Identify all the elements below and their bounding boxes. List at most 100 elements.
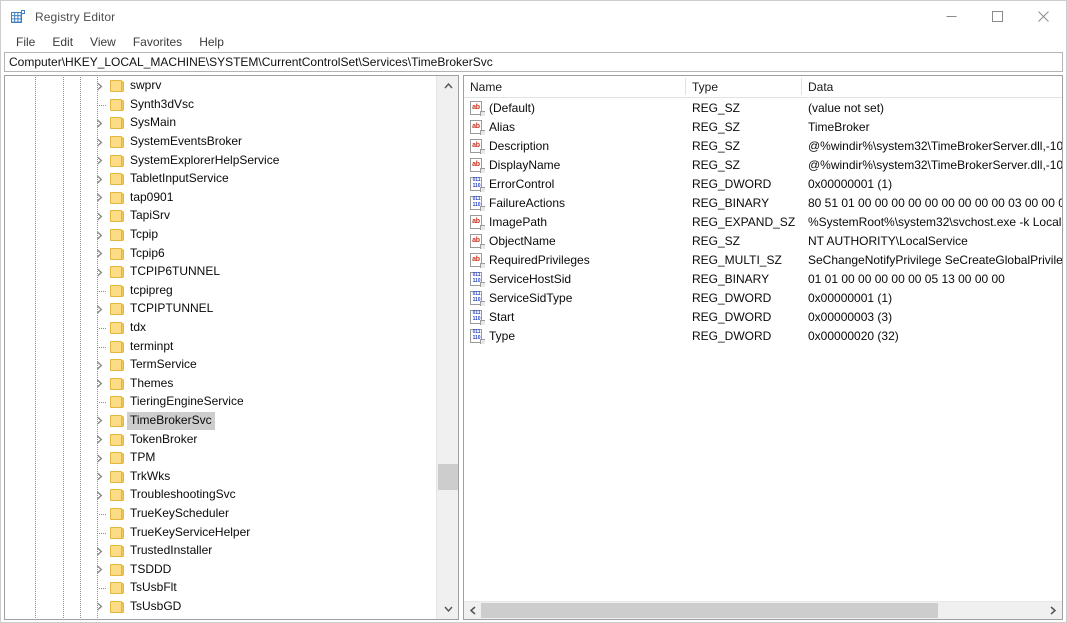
tree-item-sysmain[interactable]: SysMain bbox=[5, 114, 436, 133]
tree-item-tsddd[interactable]: TSDDD bbox=[5, 560, 436, 579]
tree-scrollbar-thumb[interactable] bbox=[438, 464, 458, 490]
tree-item-tcpip6tunnel[interactable]: TCPIP6TUNNEL bbox=[5, 263, 436, 282]
maximize-button[interactable] bbox=[974, 1, 1020, 32]
tree-item-termservice[interactable]: TermService bbox=[5, 356, 436, 375]
tree-item-tcpiptunnel[interactable]: TCPIPTUNNEL bbox=[5, 300, 436, 319]
tree-item-ttdrv[interactable]: TTDrv bbox=[5, 616, 436, 619]
tree-item-label: TabletInputService bbox=[130, 171, 229, 186]
column-header-type[interactable]: Type bbox=[686, 76, 802, 97]
tree-item-truekeyservicehelper[interactable]: TrueKeyServiceHelper bbox=[5, 523, 436, 542]
value-row[interactable]: ab Alias REG_SZ TimeBroker bbox=[464, 118, 1062, 137]
chevron-down-icon[interactable] bbox=[437, 599, 458, 619]
chevron-right-icon[interactable] bbox=[91, 77, 107, 95]
chevron-right-icon[interactable] bbox=[91, 133, 107, 151]
tree-item-tcpip[interactable]: Tcpip bbox=[5, 226, 436, 245]
chevron-right-icon[interactable] bbox=[91, 486, 107, 504]
tree-item-label: TrueKeyScheduler bbox=[130, 505, 229, 520]
menu-favorites[interactable]: Favorites bbox=[125, 34, 191, 51]
minimize-button[interactable] bbox=[928, 1, 974, 32]
list-scrollbar-thumb[interactable] bbox=[481, 603, 938, 618]
chevron-right-icon[interactable] bbox=[91, 468, 107, 486]
chevron-left-icon[interactable] bbox=[464, 602, 482, 619]
tree-item-label: TSDDD bbox=[130, 561, 172, 576]
list-header: Name Type Data bbox=[464, 76, 1062, 98]
string-value-icon: ab bbox=[470, 215, 485, 230]
tree-item-truekeyscheduler[interactable]: TrueKeyScheduler bbox=[5, 505, 436, 524]
tree-item-tpm[interactable]: TPM bbox=[5, 449, 436, 468]
tree-item-systemexplorerhelpservice[interactable]: SystemExplorerHelpService bbox=[5, 151, 436, 170]
tree-item-timebrokersvc[interactable]: TimeBrokerSvc bbox=[5, 411, 436, 431]
value-row[interactable]: ab ImagePath REG_EXPAND_SZ %SystemRoot%\sys… bbox=[464, 213, 1062, 232]
chevron-right-icon[interactable] bbox=[91, 226, 107, 244]
chevron-right-icon[interactable] bbox=[91, 356, 107, 374]
tree-item-terminpt[interactable]: terminpt bbox=[5, 337, 436, 356]
menu-edit[interactable]: Edit bbox=[44, 34, 82, 51]
tree-item-trustedinstaller[interactable]: TrustedInstaller bbox=[5, 542, 436, 561]
menu-file[interactable]: File bbox=[8, 34, 44, 51]
tree-item-label: tdx bbox=[130, 320, 147, 335]
tree-item-tokenbroker[interactable]: TokenBroker bbox=[5, 430, 436, 449]
registry-tree[interactable]: swprv Synth3dVsc SysMain SystemEventsBroker… bbox=[5, 76, 436, 619]
menu-help[interactable]: Help bbox=[191, 34, 233, 51]
value-row[interactable]: ab RequiredPrivileges REG_MULTI_SZ SeChange… bbox=[464, 251, 1062, 270]
column-header-name[interactable]: Name bbox=[464, 76, 686, 97]
column-header-data[interactable]: Data bbox=[802, 76, 1062, 97]
chevron-right-icon[interactable] bbox=[91, 412, 107, 430]
tree-item-label: Synth3dVsc bbox=[130, 96, 195, 111]
tree-vertical-scrollbar[interactable] bbox=[436, 76, 458, 619]
chevron-right-icon[interactable] bbox=[91, 449, 107, 467]
tree-item-tsusbflt[interactable]: TsUsbFlt bbox=[5, 579, 436, 598]
tree-item-themes[interactable]: Themes bbox=[5, 375, 436, 394]
chevron-right-icon[interactable] bbox=[1044, 602, 1062, 619]
tree-item-tapisrv[interactable]: TapiSrv bbox=[5, 207, 436, 226]
tree-item-synth3dvsc[interactable]: Synth3dVsc bbox=[5, 96, 436, 115]
value-row[interactable]: ab ObjectName REG_SZ NT AUTHORITY\LocalServ… bbox=[464, 232, 1062, 251]
chevron-right-icon[interactable] bbox=[91, 431, 107, 449]
value-row[interactable]: 011 110 Start REG_DWORD 0x00000003 (3) bbox=[464, 308, 1062, 327]
chevron-right-icon[interactable] bbox=[91, 170, 107, 188]
value-row[interactable]: 011 110 ServiceHostSid REG_BINARY 01 01 00 0… bbox=[464, 270, 1062, 289]
value-row[interactable]: ab (Default) REG_SZ (value not set) bbox=[464, 99, 1062, 118]
chevron-right-icon[interactable] bbox=[91, 263, 107, 281]
registry-values-list[interactable]: ab (Default) REG_SZ (value not set) ab Alias R… bbox=[464, 97, 1062, 601]
tree-item-tsusbgd[interactable]: TsUsbGD bbox=[5, 598, 436, 617]
chevron-right-icon[interactable] bbox=[91, 207, 107, 225]
tree-item-tdx[interactable]: tdx bbox=[5, 319, 436, 338]
chevron-right-icon[interactable] bbox=[91, 375, 107, 393]
value-row[interactable]: ab Description REG_SZ @%windir%\system32\Ti… bbox=[464, 137, 1062, 156]
tree-item-tcpipreg[interactable]: tcpipreg bbox=[5, 282, 436, 301]
list-horizontal-scrollbar[interactable] bbox=[464, 601, 1062, 619]
address-bar-container: Computer\HKEY_LOCAL_MACHINE\SYSTEM\Curre… bbox=[1, 52, 1066, 72]
tree-item-label: tap0901 bbox=[130, 189, 174, 204]
tree-item-tcpip6[interactable]: Tcpip6 bbox=[5, 244, 436, 263]
folder-icon bbox=[109, 433, 125, 447]
chevron-right-icon[interactable] bbox=[91, 598, 107, 616]
tree-item-tabletinputservice[interactable]: TabletInputService bbox=[5, 170, 436, 189]
menu-view[interactable]: View bbox=[82, 34, 125, 51]
chevron-up-icon[interactable] bbox=[437, 76, 458, 96]
chevron-right-icon[interactable] bbox=[91, 114, 107, 132]
folder-icon bbox=[109, 321, 125, 335]
chevron-right-icon[interactable] bbox=[91, 189, 107, 207]
chevron-right-icon[interactable] bbox=[91, 542, 107, 560]
tree-item-troubleshootingsvc[interactable]: TroubleshootingSvc bbox=[5, 486, 436, 505]
value-row[interactable]: 011 110 ErrorControl REG_DWORD 0x00000001 (1… bbox=[464, 175, 1062, 194]
address-bar[interactable]: Computer\HKEY_LOCAL_MACHINE\SYSTEM\Curre… bbox=[4, 52, 1063, 72]
chevron-right-icon[interactable] bbox=[91, 561, 107, 579]
tree-item-tieringengineservice[interactable]: TieringEngineService bbox=[5, 393, 436, 412]
tree-item-systemeventsbroker[interactable]: SystemEventsBroker bbox=[5, 133, 436, 152]
value-row[interactable]: 011 110 FailureActions REG_BINARY 80 51 01 0… bbox=[464, 194, 1062, 213]
value-row[interactable]: 011 110 Type REG_DWORD 0x00000020 (32) bbox=[464, 327, 1062, 346]
close-button[interactable] bbox=[1020, 1, 1066, 32]
folder-icon bbox=[109, 98, 125, 112]
folder-icon bbox=[109, 600, 125, 614]
tree-item-tap0901[interactable]: tap0901 bbox=[5, 189, 436, 208]
tree-leaf-connector bbox=[91, 338, 107, 356]
chevron-right-icon[interactable] bbox=[91, 245, 107, 263]
tree-item-swprv[interactable]: swprv bbox=[5, 77, 436, 96]
value-row[interactable]: ab DisplayName REG_SZ @%windir%\system32\Ti… bbox=[464, 156, 1062, 175]
value-row[interactable]: 011 110 ServiceSidType REG_DWORD 0x00000001 … bbox=[464, 289, 1062, 308]
chevron-right-icon[interactable] bbox=[91, 300, 107, 318]
chevron-right-icon[interactable] bbox=[91, 152, 107, 170]
tree-item-trkwks[interactable]: TrkWks bbox=[5, 467, 436, 486]
